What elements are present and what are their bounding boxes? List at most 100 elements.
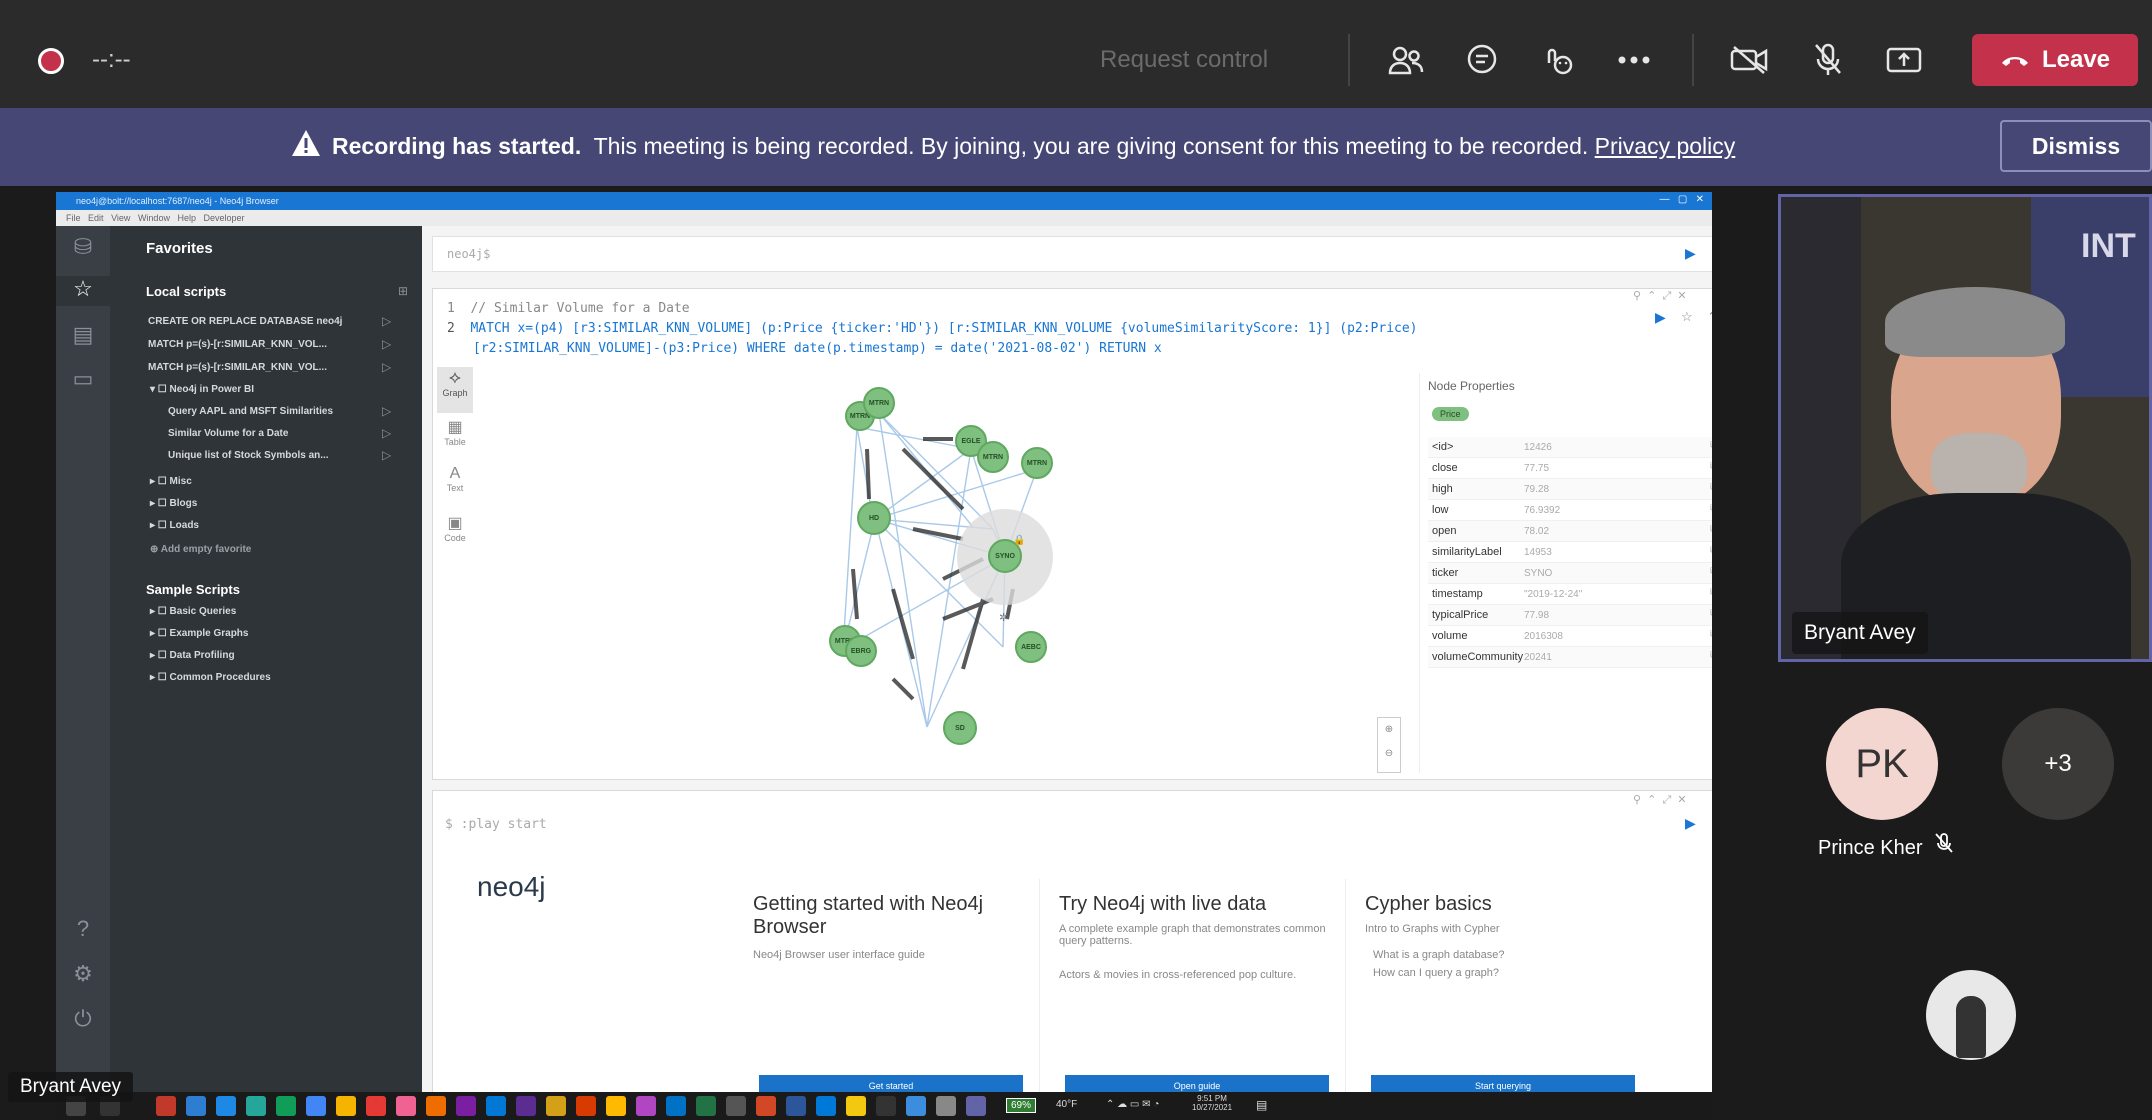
script-item[interactable]: Similar Volume for a Date — [168, 428, 288, 439]
weather-text[interactable]: 40°F — [1056, 1099, 1077, 1110]
graph-node[interactable]: SD — [943, 711, 977, 745]
copy-icon[interactable]: ⧉ — [1710, 461, 1712, 472]
play-icon[interactable]: ▷ — [382, 314, 391, 328]
folder-toggle[interactable]: ▸ ☐ Common Procedures — [150, 672, 271, 683]
add-empty-favorite[interactable]: ⊕ Add empty favorite — [150, 544, 251, 555]
react-icon[interactable] — [1536, 38, 1580, 82]
app-icon[interactable] — [726, 1096, 746, 1116]
app-icon[interactable] — [876, 1096, 896, 1116]
tab-code[interactable]: ▣ Code — [437, 513, 473, 553]
label-chip[interactable]: Price — [1432, 407, 1469, 421]
app-icon[interactable] — [636, 1096, 656, 1116]
app-icon[interactable] — [306, 1096, 326, 1116]
app-icon[interactable] — [486, 1096, 506, 1116]
app-icon[interactable] — [396, 1096, 416, 1116]
app-icon[interactable] — [516, 1096, 536, 1116]
copy-icon[interactable]: ⧉ — [1710, 629, 1712, 640]
menu-window[interactable]: Window — [138, 213, 170, 223]
window-controls[interactable]: — ▢ ✕ — [1660, 194, 1705, 205]
play-icon[interactable]: ▷ — [382, 404, 391, 418]
script-item[interactable]: Query AAPL and MSFT Similarities — [168, 406, 333, 417]
copy-icon[interactable]: ⧉ — [1710, 503, 1712, 514]
app-icon[interactable] — [216, 1096, 236, 1116]
app-icon[interactable] — [246, 1096, 266, 1116]
folder-toggle[interactable]: ▸ ☐ Misc — [150, 476, 192, 487]
app-icon[interactable] — [456, 1096, 476, 1116]
copy-icon[interactable]: ⧉ — [1710, 587, 1712, 598]
menu-file[interactable]: File — [66, 213, 81, 223]
tab-table[interactable]: ▦ Table — [437, 417, 473, 457]
avatar[interactable]: PK — [1826, 708, 1938, 820]
app-icon[interactable] — [906, 1096, 926, 1116]
tray-icons[interactable]: ⌃ ☁ ▭ ✉ ◔ — [1106, 1099, 1159, 1110]
share-icon[interactable] — [1882, 38, 1926, 82]
folder-toggle[interactable]: ▸ ☐ Basic Queries — [150, 606, 236, 617]
database-icon[interactable]: ⛁ — [68, 234, 98, 264]
get-started-button[interactable]: Get started — [759, 1075, 1023, 1092]
menu-view[interactable]: View — [111, 213, 130, 223]
frame-controls[interactable]: ⚲ ⌃ ⤢ ✕ — [1633, 289, 1687, 303]
tab-text[interactable]: A Text — [437, 465, 473, 505]
play-icon[interactable]: ▷ — [382, 448, 391, 462]
graph-node[interactable]: MTRN — [977, 441, 1009, 473]
zoom-in-icon[interactable]: ⊕ — [1378, 718, 1400, 742]
participants-icon[interactable] — [1384, 38, 1428, 82]
open-guide-button[interactable]: Open guide — [1065, 1075, 1329, 1092]
tab-graph[interactable]: ⟡ Graph — [437, 367, 473, 413]
graph-node[interactable]: MTRN — [863, 387, 895, 419]
privacy-policy-link[interactable]: Privacy policy — [1595, 133, 1736, 159]
documents-icon[interactable]: ▤ — [68, 322, 98, 352]
new-folder-icon[interactable]: ⊞ — [398, 284, 408, 298]
app-icon[interactable] — [186, 1096, 206, 1116]
script-item[interactable]: CREATE OR REPLACE DATABASE neo4j — [148, 316, 342, 327]
card-link[interactable]: How can I query a graph? — [1373, 967, 1643, 979]
favorites-star-icon[interactable]: ☆ — [56, 276, 110, 306]
app-icon[interactable] — [156, 1096, 176, 1116]
start-querying-button[interactable]: Start querying — [1371, 1075, 1635, 1092]
leave-button[interactable]: Leave — [1972, 34, 2138, 86]
collapse-icon[interactable]: ⌃ — [1707, 309, 1712, 325]
participant-video-tile[interactable]: INT — [1778, 194, 2152, 662]
plug-icon[interactable]: ⏻ — [68, 1006, 98, 1036]
notifications-icon[interactable]: ▤ — [1256, 1098, 1267, 1112]
app-icon[interactable] — [846, 1096, 866, 1116]
more-icon[interactable] — [1612, 38, 1656, 82]
expand-icon[interactable]: ⤢ — [1711, 245, 1712, 261]
app-icon[interactable] — [336, 1096, 356, 1116]
cypher-editor-bar[interactable]: neo4j$ ▶ ⤢ ✕ — [432, 236, 1712, 272]
play-icon[interactable]: ▷ — [382, 337, 391, 351]
copy-icon[interactable]: ⧉ — [1710, 545, 1712, 556]
folder-toggle[interactable]: ▸ ☐ Blogs — [150, 498, 197, 509]
graph-node[interactable]: AEBC — [1015, 631, 1047, 663]
app-icon[interactable] — [966, 1096, 986, 1116]
graph-node[interactable]: EBRG — [845, 635, 877, 667]
copy-icon[interactable]: ⧉ — [1710, 566, 1712, 577]
folder-toggle[interactable]: ▸ ☐ Loads — [150, 520, 199, 531]
zoom-out-icon[interactable]: ⊖ — [1378, 742, 1400, 766]
script-item[interactable]: Unique list of Stock Symbols an... — [168, 450, 329, 461]
play-icon[interactable]: ▷ — [382, 426, 391, 440]
copy-icon[interactable]: ⧉ — [1710, 650, 1712, 661]
settings-gear-icon[interactable]: ⚙ — [68, 961, 98, 991]
app-icon[interactable] — [576, 1096, 596, 1116]
copy-icon[interactable]: ⧉ — [1710, 482, 1712, 493]
copy-icon[interactable]: ⧉ — [1710, 440, 1712, 451]
dismiss-button[interactable]: Dismiss — [2000, 120, 2152, 172]
app-icon[interactable] — [696, 1096, 716, 1116]
graph-node[interactable]: MTRN — [1021, 447, 1053, 479]
app-icon[interactable] — [666, 1096, 686, 1116]
menu-help[interactable]: Help — [177, 213, 196, 223]
app-icon[interactable] — [546, 1096, 566, 1116]
app-icon[interactable] — [786, 1096, 806, 1116]
script-item[interactable]: MATCH p=(s)-[r:SIMILAR_KNN_VOL... — [148, 362, 327, 373]
run-icon[interactable]: ▶ — [1685, 245, 1696, 262]
help-icon[interactable]: ? — [68, 916, 98, 946]
frame-controls[interactable]: ⚲ ⌃ ⤢ ✕ — [1633, 793, 1687, 807]
folder-toggle[interactable]: ▸ ☐ Data Profiling — [150, 650, 235, 661]
app-icon[interactable] — [366, 1096, 386, 1116]
app-icon[interactable] — [816, 1096, 836, 1116]
request-control-button[interactable]: Request control — [1100, 46, 1268, 74]
battery-indicator[interactable]: 69% — [1006, 1098, 1037, 1113]
app-icon[interactable] — [606, 1096, 626, 1116]
run-icon[interactable]: ▶ — [1685, 815, 1696, 832]
